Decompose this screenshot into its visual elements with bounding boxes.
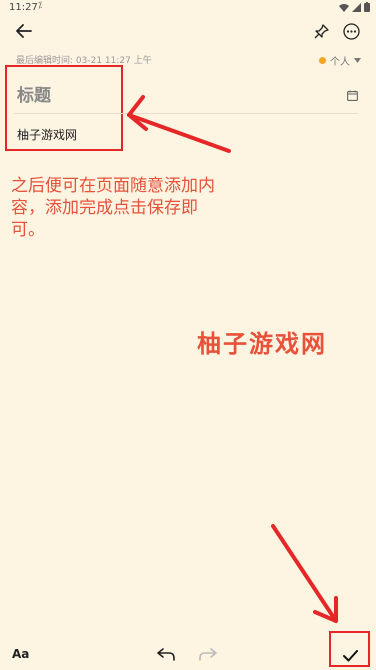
back-arrow-icon: [16, 24, 32, 38]
divider: [14, 113, 358, 114]
pin-icon: [314, 23, 329, 38]
status-icons: [339, 2, 370, 12]
note-title-input[interactable]: 标题: [17, 81, 51, 106]
more-icon: [342, 22, 360, 40]
battery-icon: [364, 2, 370, 12]
calendar-icon: [347, 90, 358, 101]
status-bar: 11:27 ⁒: [0, 0, 376, 16]
undo-button[interactable]: [157, 646, 175, 665]
calendar-button[interactable]: [347, 86, 358, 105]
redo-button[interactable]: [199, 646, 217, 665]
more-button[interactable]: [338, 18, 364, 44]
undo-icon: [157, 648, 175, 661]
pin-button[interactable]: [308, 18, 334, 44]
wifi-icon: [339, 3, 349, 12]
folder-label: 个人: [330, 57, 350, 68]
status-time: 11:27: [9, 2, 38, 13]
format-button[interactable]: Aa: [12, 647, 29, 661]
arrow-to-confirm: [271, 524, 338, 623]
folder-dot: [319, 57, 326, 64]
redo-icon: [199, 648, 217, 661]
watermark-text: 柚子游戏网: [197, 330, 327, 358]
check-icon: [343, 650, 358, 662]
instruction-annotation: 之后便可在页面随意添加内容，添加完成点击保存即可。: [11, 176, 215, 240]
arrow-to-title: [127, 95, 231, 153]
folder-selector[interactable]: 个人: [319, 53, 361, 68]
back-button[interactable]: [11, 18, 37, 44]
chevron-down-icon: [354, 58, 361, 63]
note-content[interactable]: 柚子游戏网: [17, 126, 77, 143]
status-indicator: ⁒: [38, 1, 43, 11]
save-button[interactable]: [343, 647, 358, 666]
signal-icon: [352, 2, 361, 12]
